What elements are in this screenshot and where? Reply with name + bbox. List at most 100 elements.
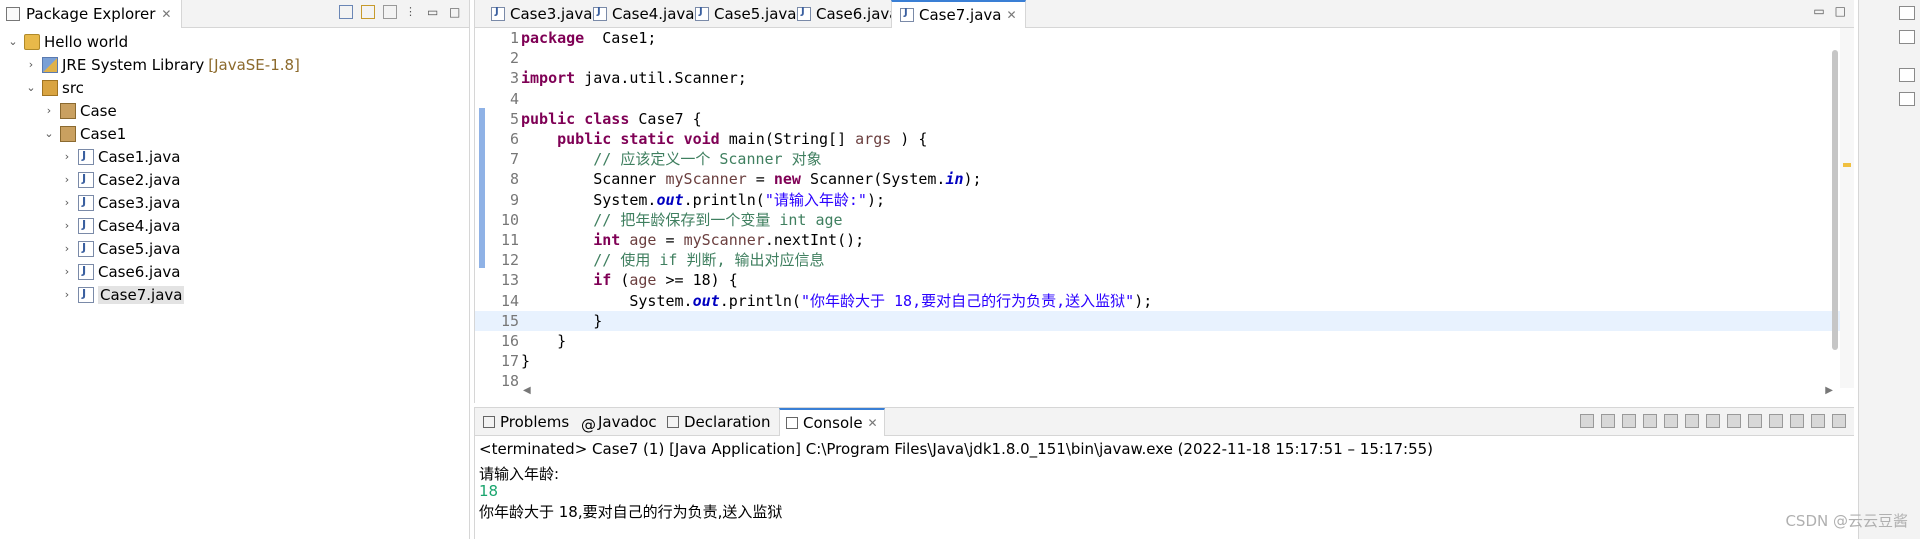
display-console-icon[interactable]: [1769, 414, 1783, 428]
chevron-right-icon[interactable]: ›: [60, 173, 74, 186]
close-icon[interactable]: ✕: [161, 7, 171, 21]
code-line[interactable]: 13 if (age >= 18) {: [475, 270, 1841, 290]
code-token: // 应该定义一个 Scanner 对象: [593, 150, 822, 169]
console-tab[interactable]: Declaration: [661, 408, 776, 436]
code-line[interactable]: 17}: [475, 351, 1841, 371]
maximize-icon[interactable]: □: [449, 5, 463, 19]
console-tab[interactable]: Problems: [477, 408, 575, 436]
outline-icon[interactable]: [1899, 30, 1915, 44]
remove-launch-icon[interactable]: [1601, 414, 1615, 428]
code-line[interactable]: 4: [475, 89, 1841, 109]
maximize-icon[interactable]: [1832, 414, 1846, 428]
console-tab-label: Javadoc: [598, 413, 657, 431]
tree-item[interactable]: › Case2.java: [0, 168, 469, 191]
line-number: 17: [500, 352, 519, 371]
warning-marker[interactable]: [1843, 163, 1851, 167]
minimize-icon[interactable]: ▭: [1813, 4, 1824, 18]
java-file-icon: [78, 286, 94, 303]
chevron-right-icon[interactable]: ›: [24, 58, 38, 71]
chevron-right-icon[interactable]: ›: [42, 104, 56, 117]
editor-tab[interactable]: Case7.java ✕: [891, 0, 1026, 28]
chevron-right-icon[interactable]: ›: [60, 219, 74, 232]
open-console-icon[interactable]: [1790, 414, 1804, 428]
terminate-icon[interactable]: [1580, 414, 1594, 428]
maximize-icon[interactable]: □: [1835, 4, 1846, 18]
editor-horizontal-scrollbar[interactable]: ◀ ▶: [523, 385, 1833, 399]
code-line[interactable]: 3 import java.util.Scanner;: [475, 68, 1841, 88]
tree-item[interactable]: › Case: [0, 99, 469, 122]
pin-console-icon[interactable]: [1748, 414, 1762, 428]
close-icon[interactable]: ✕: [868, 416, 878, 430]
chevron-right-icon[interactable]: ›: [60, 242, 74, 255]
code-line[interactable]: 11 int age = myScanner.nextInt();: [475, 230, 1841, 250]
tree-item[interactable]: › Case7.java: [0, 283, 469, 306]
line-number: 6: [509, 130, 519, 148]
code-line[interactable]: 2: [475, 48, 1841, 68]
tree-item[interactable]: › Case6.java: [0, 260, 469, 283]
line-number: 10: [500, 210, 519, 229]
code-line[interactable]: 5 public class Case7 {: [475, 109, 1841, 129]
code-line[interactable]: 9 System.out.println("请输入年龄:");: [475, 190, 1841, 210]
minimize-icon[interactable]: [1811, 414, 1825, 428]
tree-item[interactable]: › Case4.java: [0, 214, 469, 237]
code-line[interactable]: 10 // 把年龄保存到一个变量 int age: [475, 210, 1841, 230]
chevron-right-icon[interactable]: ›: [60, 288, 74, 301]
code-token: out: [692, 291, 720, 310]
tree-item[interactable]: ⌄ Hello world: [0, 30, 469, 53]
editor-tab-label: Case7.java: [919, 6, 1002, 24]
chevron-down-icon[interactable]: ⌄: [42, 127, 56, 140]
code-line[interactable]: 6 public static void main(String[] args …: [475, 129, 1841, 149]
link-with-editor-icon[interactable]: [361, 5, 375, 19]
editor-tab[interactable]: Case5.java: [687, 0, 804, 28]
code-line[interactable]: 1 package Case1;: [475, 28, 1841, 48]
word-wrap-icon[interactable]: [1685, 414, 1699, 428]
chevron-down-icon[interactable]: ⌄: [24, 81, 38, 94]
minimize-icon[interactable]: ▭: [427, 5, 441, 19]
tree-item[interactable]: › Case5.java: [0, 237, 469, 260]
console-tab[interactable]: @ Javadoc: [575, 408, 663, 436]
clear-console-icon[interactable]: [1643, 414, 1657, 428]
tree-item[interactable]: › Case3.java: [0, 191, 469, 214]
show-stdout-icon[interactable]: [1706, 414, 1720, 428]
editor-tab[interactable]: Case4.java: [585, 0, 702, 28]
filter-icon[interactable]: [383, 5, 397, 19]
editor-tab[interactable]: Case6.java: [789, 0, 906, 28]
console-tab[interactable]: Console ✕: [779, 408, 885, 436]
scroll-left-icon[interactable]: ◀: [523, 385, 531, 396]
editor-vertical-scrollbar[interactable]: [1832, 50, 1838, 350]
chevron-right-icon[interactable]: ›: [60, 150, 74, 163]
chevron-right-icon[interactable]: ›: [60, 265, 74, 278]
collapse-all-icon[interactable]: [339, 5, 353, 19]
line-number: 13: [500, 271, 519, 290]
line-number: 9: [509, 190, 519, 209]
minimized-view-icon[interactable]: [1899, 6, 1915, 20]
java-file-icon: [78, 263, 94, 280]
close-icon[interactable]: ✕: [1006, 8, 1016, 22]
code-line[interactable]: 15 }: [475, 310, 1841, 331]
code-token: // 使用 if 判断, 输出对应信息: [593, 251, 825, 270]
tree-item[interactable]: ⌄ src: [0, 76, 469, 99]
code-line[interactable]: 12 // 使用 if 判断, 输出对应信息: [475, 250, 1841, 270]
tree-item[interactable]: ⌄ Case1: [0, 122, 469, 145]
editor-tab[interactable]: Case3.java: [483, 0, 600, 28]
code-area[interactable]: 1 package Case1; 2 3 import java.util.Scanne…: [475, 28, 1855, 390]
task-list-icon[interactable]: [1899, 92, 1915, 106]
code-line[interactable]: 14 System.out.println("你年龄大于 18,要对自己的行为负…: [475, 291, 1841, 311]
chevron-right-icon[interactable]: ›: [60, 196, 74, 209]
remove-all-icon[interactable]: [1622, 414, 1636, 428]
show-stderr-icon[interactable]: [1727, 414, 1741, 428]
restore-icon[interactable]: [1899, 68, 1915, 82]
scroll-lock-icon[interactable]: [1664, 414, 1678, 428]
view-menu-icon[interactable]: ⋮: [405, 5, 419, 19]
code-line[interactable]: 8 Scanner myScanner = new Scanner(System…: [475, 169, 1841, 189]
explorer-tab[interactable]: Package Explorer ✕: [0, 0, 183, 28]
code-text: // 应该定义一个 Scanner 对象: [521, 149, 822, 169]
scroll-right-icon[interactable]: ▶: [1825, 385, 1833, 396]
chevron-down-icon[interactable]: ⌄: [6, 35, 20, 48]
tree-item[interactable]: › Case1.java: [0, 145, 469, 168]
tree-item[interactable]: › JRE System Library [JavaSE-1.8]: [0, 53, 469, 76]
code-line[interactable]: 7 // 应该定义一个 Scanner 对象: [475, 149, 1841, 169]
line-number: 3: [509, 69, 519, 88]
code-line[interactable]: 16 }: [475, 331, 1841, 351]
